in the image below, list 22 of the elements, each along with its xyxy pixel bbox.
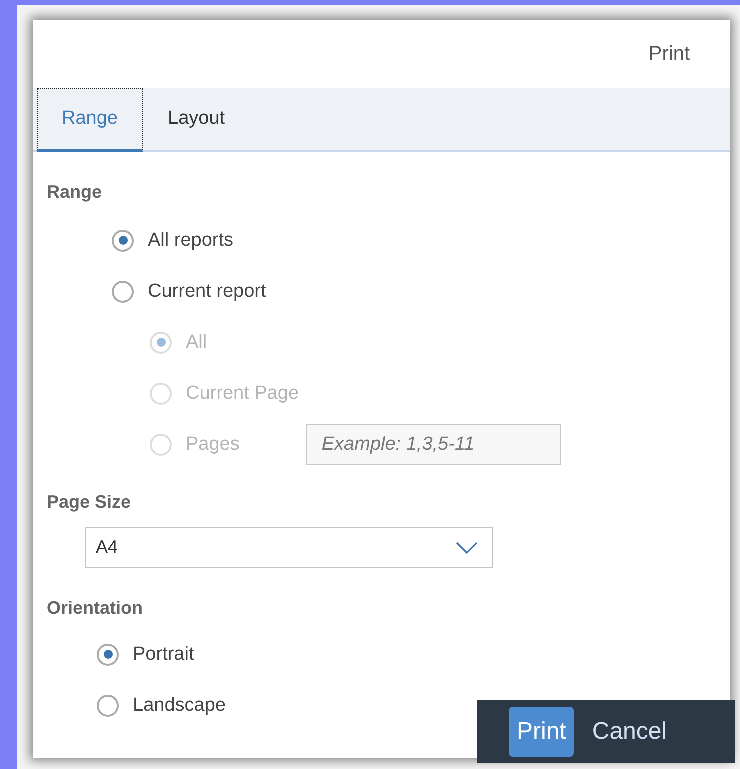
page-size-dropdown[interactable]: A4: [85, 527, 493, 568]
section-heading: Page Size: [47, 492, 132, 513]
cancel-button[interactable]: Cancel: [584, 706, 676, 756]
radio-button[interactable]: [97, 644, 119, 666]
radio-button[interactable]: [97, 694, 119, 716]
radio-button[interactable]: [112, 280, 134, 302]
radio-label: Portrait: [133, 644, 194, 666]
tab[interactable]: Range: [37, 88, 143, 152]
section-heading: Orientation: [47, 598, 144, 619]
radio-label: All: [186, 332, 208, 354]
radio-button[interactable]: [112, 230, 134, 252]
tab[interactable]: Layout: [143, 88, 250, 152]
dropdown-value: A4: [96, 537, 118, 558]
radio-label: Landscape: [133, 694, 226, 716]
radio-label: Current report: [148, 280, 266, 302]
radio-label: Pages: [186, 434, 240, 456]
chevron-down-icon: [456, 542, 478, 554]
dialog-title: Print: [648, 42, 690, 66]
radio-label: Current Page: [186, 382, 300, 404]
radio-label: All reports: [148, 230, 234, 252]
section-heading: Range: [47, 182, 104, 203]
print-button[interactable]: Print: [509, 706, 574, 756]
